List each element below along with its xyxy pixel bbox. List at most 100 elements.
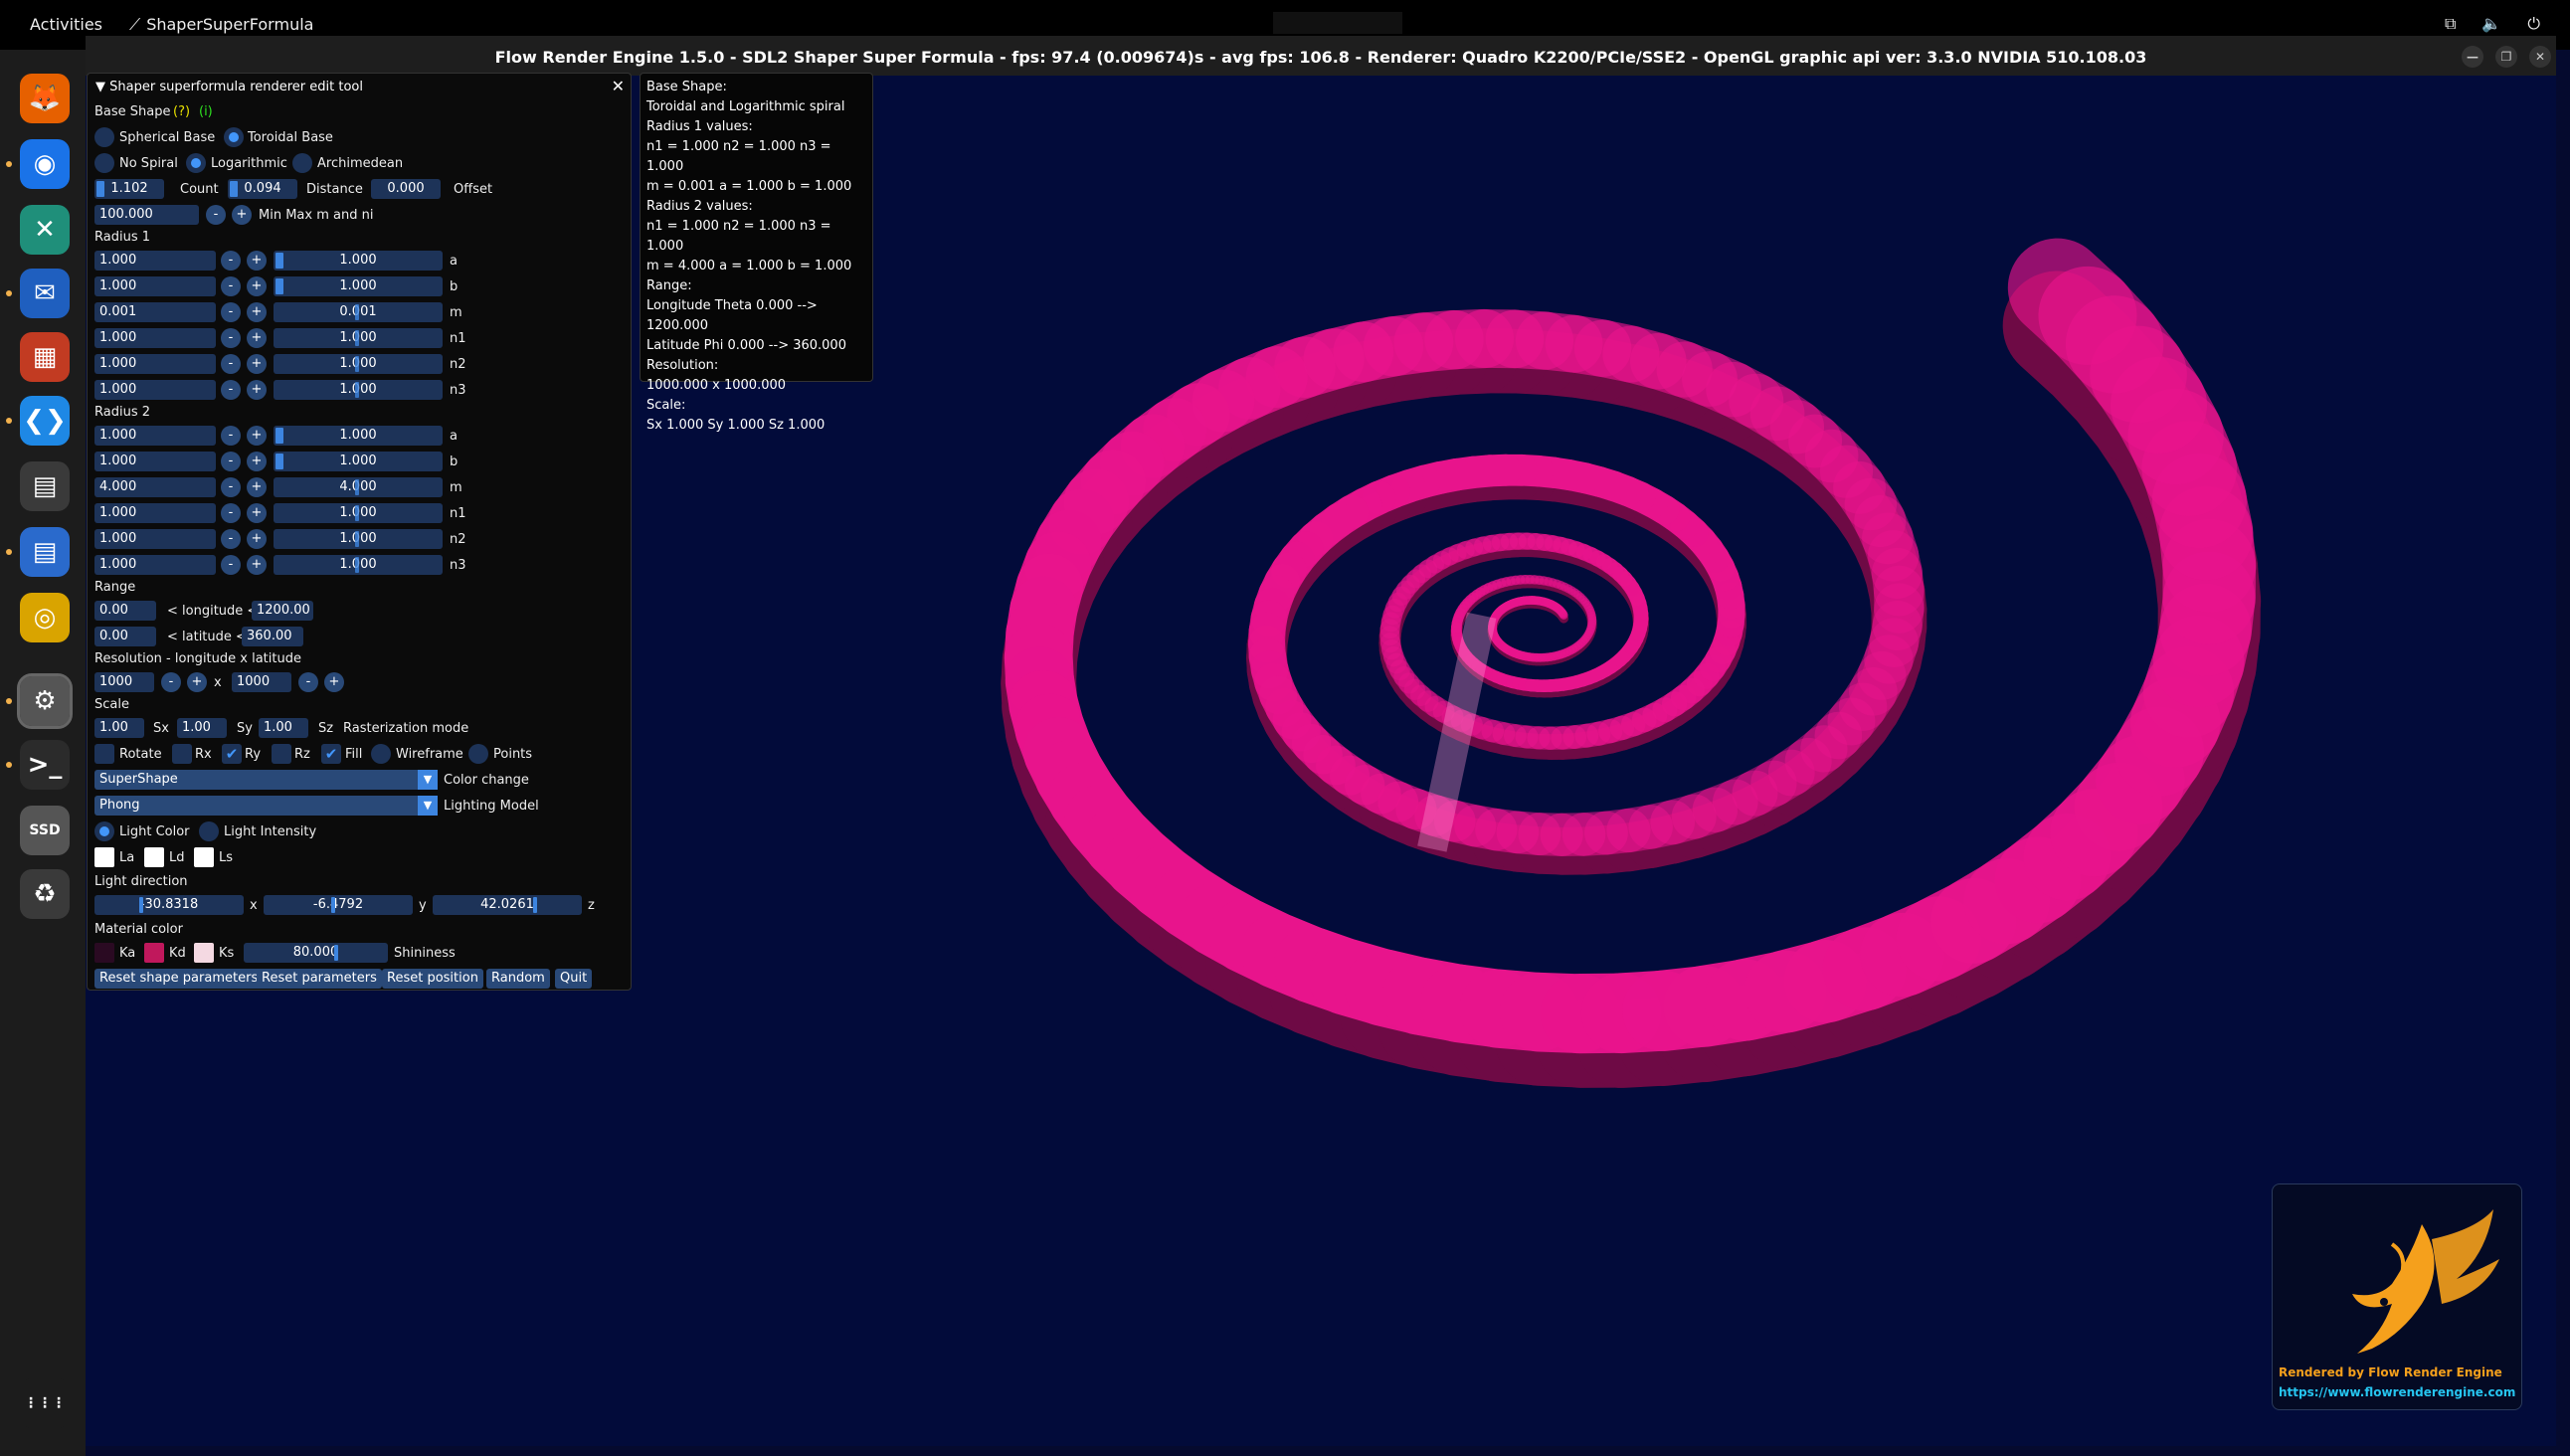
shininess-slider[interactable]: 80.000	[244, 943, 388, 963]
settings-icon[interactable]: ⚙	[17, 673, 73, 729]
chevron-down-icon[interactable]: ▼	[418, 770, 438, 790]
power-icon[interactable]: ⏻	[2527, 14, 2540, 34]
ks-swatch[interactable]	[194, 943, 214, 963]
reset-position-button[interactable]: Reset position	[382, 969, 483, 989]
radius1-n1-grab[interactable]	[355, 330, 359, 346]
light-color-radio[interactable]	[94, 821, 114, 841]
radius1-n3-input[interactable]: 1.000	[94, 380, 216, 400]
radius1-b-grab[interactable]	[275, 278, 283, 294]
files-icon[interactable]: ▤	[20, 461, 70, 511]
thunderbird-icon[interactable]: ✉	[20, 269, 70, 318]
radius1-m-input[interactable]: 0.001	[94, 302, 216, 322]
panel-header[interactable]: ▼ Shaper superformula renderer edit tool…	[88, 74, 631, 95]
res-lat-plus-button[interactable]: +	[324, 672, 344, 692]
radius2-b-slider[interactable]: 1.000	[274, 452, 443, 471]
volume-icon[interactable]: 🔈	[2481, 14, 2501, 34]
radius1-a-slider[interactable]: 1.000	[274, 251, 443, 271]
radius2-b-input[interactable]: 1.000	[94, 452, 216, 471]
radius1-n2-input[interactable]: 1.000	[94, 354, 216, 374]
reset-parameters-button[interactable]: Reset parameters	[257, 969, 382, 989]
radius2-n2-input[interactable]: 1.000	[94, 529, 216, 549]
show-apps-icon[interactable]: ⋮⋮⋮	[20, 1378, 70, 1428]
firefox-icon[interactable]: 🦊	[20, 74, 70, 123]
longitude-max-input[interactable]: 1200.00	[252, 601, 313, 621]
minmax-input[interactable]: 100.000	[94, 205, 199, 225]
radius1-a-grab[interactable]	[275, 253, 283, 269]
fill-checkbox[interactable]: ✔	[321, 744, 341, 764]
close-icon[interactable]: ✕	[2529, 46, 2551, 68]
radius1-m-minus-button[interactable]: -	[221, 302, 241, 322]
no-spiral-radio[interactable]	[94, 153, 114, 173]
logo-url[interactable]: https://www.flowrenderengine.com	[2279, 1385, 2515, 1399]
collapse-icon[interactable]: ▼	[95, 80, 105, 94]
radius1-n2-grab[interactable]	[355, 356, 359, 372]
radius2-a-input[interactable]: 1.000	[94, 426, 216, 446]
minmax-plus-button[interactable]: +	[232, 205, 252, 225]
radius2-m-minus-button[interactable]: -	[221, 477, 241, 497]
radius1-n3-minus-button[interactable]: -	[221, 380, 241, 400]
radius1-b-slider[interactable]: 1.000	[274, 276, 443, 296]
resolution-longitude-input[interactable]: 1000	[94, 672, 154, 692]
radius1-n2-plus-button[interactable]: +	[247, 354, 267, 374]
app-menu[interactable]: ⟋ ShaperSuperFormula	[129, 15, 313, 35]
radius1-b-minus-button[interactable]: -	[221, 276, 241, 296]
rx-checkbox[interactable]	[172, 744, 192, 764]
radius2-n3-input[interactable]: 1.000	[94, 555, 216, 575]
resolution-latitude-input[interactable]: 1000	[232, 672, 291, 692]
points-radio[interactable]	[468, 744, 488, 764]
archimedean-radio[interactable]	[292, 153, 312, 173]
shininess-grab[interactable]	[334, 945, 338, 961]
radius2-m-input[interactable]: 4.000	[94, 477, 216, 497]
trash-icon[interactable]: ♻	[20, 869, 70, 919]
wireframe-radio[interactable]	[371, 744, 391, 764]
light-x-slider[interactable]: -30.8318	[94, 895, 244, 915]
chevron-down-icon[interactable]: ▼	[418, 796, 438, 816]
radius2-n2-minus-button[interactable]: -	[221, 529, 241, 549]
rz-checkbox[interactable]	[272, 744, 291, 764]
terminal-icon[interactable]: >_	[20, 740, 70, 790]
radius1-n3-plus-button[interactable]: +	[247, 380, 267, 400]
radius2-m-plus-button[interactable]: +	[247, 477, 267, 497]
radius1-a-input[interactable]: 1.000	[94, 251, 216, 271]
radius2-n1-minus-button[interactable]: -	[221, 503, 241, 523]
random-button[interactable]: Random	[486, 969, 550, 989]
light-z-slider[interactable]: 42.0261	[433, 895, 582, 915]
radius2-n2-grab[interactable]	[355, 531, 359, 547]
network-icon[interactable]: ⧉	[2445, 14, 2456, 34]
scale-y-input[interactable]: 1.00	[177, 718, 227, 738]
activities-button[interactable]: Activities	[30, 15, 102, 34]
rotate-checkbox[interactable]	[94, 744, 114, 764]
radius1-n1-plus-button[interactable]: +	[247, 328, 267, 348]
count-slider[interactable]: 1.102	[94, 179, 164, 199]
radius2-n3-minus-button[interactable]: -	[221, 555, 241, 575]
res-lat-minus-button[interactable]: -	[298, 672, 318, 692]
vscode-icon[interactable]: ❮❯	[20, 396, 70, 446]
radius2-n1-input[interactable]: 1.000	[94, 503, 216, 523]
light-y-grab[interactable]	[331, 897, 335, 913]
radius1-a-plus-button[interactable]: +	[247, 251, 267, 271]
quit-button[interactable]: Quit	[555, 969, 593, 989]
ry-checkbox[interactable]: ✔	[222, 744, 242, 764]
ls-swatch[interactable]	[194, 847, 214, 867]
scale-z-input[interactable]: 1.00	[259, 718, 308, 738]
radius1-b-input[interactable]: 1.000	[94, 276, 216, 296]
radius2-n2-plus-button[interactable]: +	[247, 529, 267, 549]
radius1-n2-minus-button[interactable]: -	[221, 354, 241, 374]
lighting-model-combo[interactable]: Phong ▼	[94, 796, 438, 816]
radius2-n3-grab[interactable]	[355, 557, 359, 573]
maximize-icon[interactable]: ❐	[2495, 46, 2517, 68]
radius2-a-slider[interactable]: 1.000	[274, 426, 443, 446]
light-intensity-radio[interactable]	[199, 821, 219, 841]
latitude-max-input[interactable]: 360.00	[242, 627, 303, 646]
latitude-min-input[interactable]: 0.00	[94, 627, 156, 646]
spherical-radio[interactable]	[94, 127, 114, 147]
chromium-icon[interactable]: ◉	[20, 139, 70, 189]
res-lon-minus-button[interactable]: -	[161, 672, 181, 692]
minimize-icon[interactable]: —	[2462, 46, 2483, 68]
radius1-b-plus-button[interactable]: +	[247, 276, 267, 296]
radius1-n1-input[interactable]: 1.000	[94, 328, 216, 348]
ka-swatch[interactable]	[94, 943, 114, 963]
color-change-combo[interactable]: SuperShape ▼	[94, 770, 438, 790]
radius1-n1-minus-button[interactable]: -	[221, 328, 241, 348]
libreoffice-writer-icon[interactable]: ▤	[20, 527, 70, 577]
